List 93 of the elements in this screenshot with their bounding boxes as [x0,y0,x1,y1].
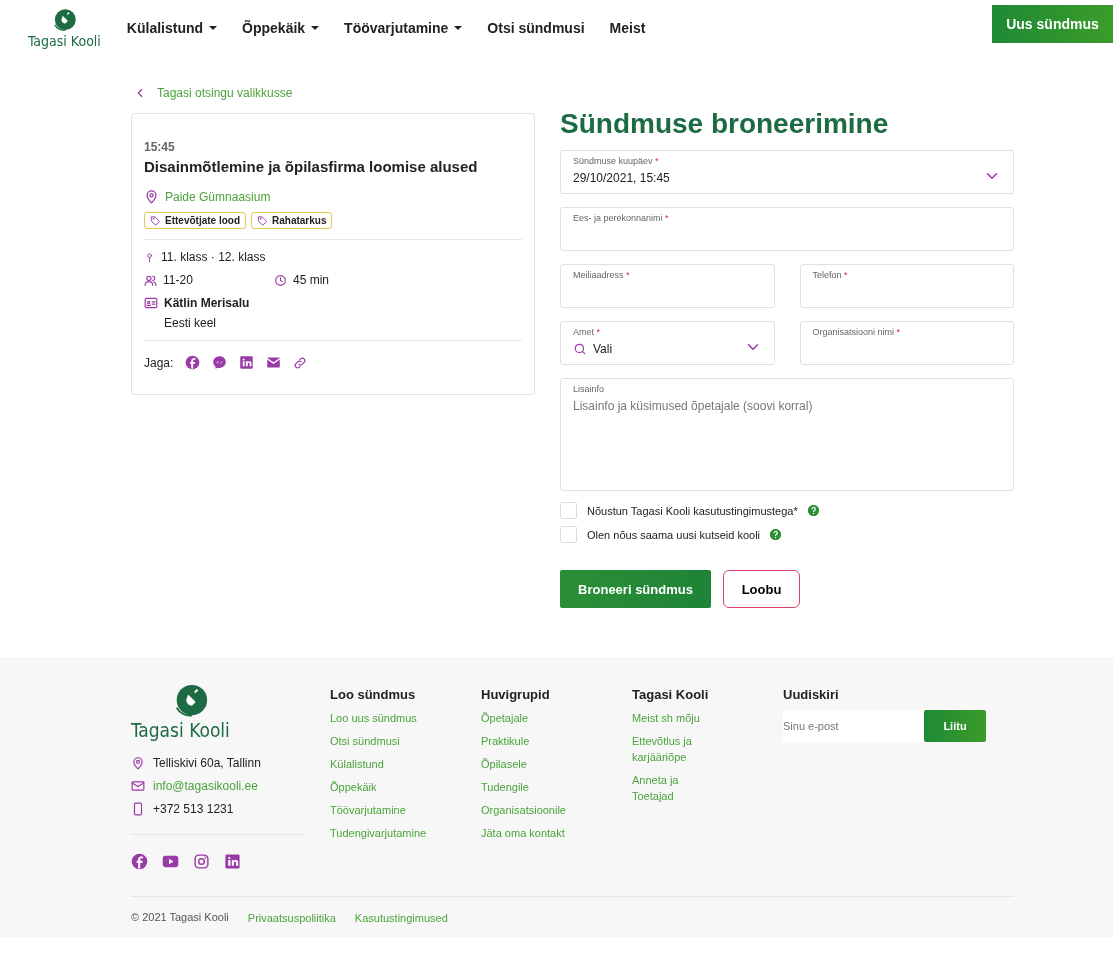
input-field[interactable]: Meiliaadress * [560,264,775,308]
help-icon[interactable] [807,505,819,516]
facebook-icon [185,355,201,370]
footer-link[interactable]: Õpetajale [481,711,632,727]
help-icon[interactable] [770,529,782,540]
field-label: Sündmuse kuupäev * [573,156,660,166]
checkbox-label: Olen nõus saama uusi kutseid kooli [587,528,761,541]
footer-link[interactable]: Õpilasele [481,756,632,773]
clock-icon [274,273,287,287]
checkbox[interactable] [560,502,577,519]
footer-link[interactable]: Meist sh mõju [632,711,722,727]
location-icon [131,756,145,770]
id-card-icon [144,296,158,310]
input-field[interactable]: Telefon * [799,264,1014,308]
nav-item[interactable]: Töövarjutamine [344,20,463,36]
phone-number: +372 513 1231 [153,802,234,816]
role-select[interactable]: Amet * Vali [560,321,775,365]
field-label: Amet * [573,327,602,337]
text-area[interactable]: Lisainfo Lisainfo ja küsimused õpetajale (soovi korral) [560,378,1014,491]
textarea-input[interactable]: Lisainfo ja küsimused õpetajale (soovi korral) [573,399,1001,459]
nav-item[interactable]: Otsi sündmusi [487,20,585,36]
school-link[interactable]: Paide Gümnaasium [165,189,271,204]
field-label: Meiliaadress * [573,270,631,280]
tag-icon [257,215,268,226]
select-value: 29/10/2021, 15:45 [573,171,670,185]
field-label: Lisainfo [573,384,606,394]
footer-heading: Loo sündmus [330,687,417,702]
tag[interactable]: Rahatarkus [251,212,333,229]
participants: 11-20 [163,273,194,287]
field-label: Organisatsiooni nimi * [812,327,902,337]
footer-link[interactable]: Privaatsuspoliitika [247,911,336,927]
instagram-icon [193,853,210,870]
date-select[interactable]: Sündmuse kuupäev * 29/10/2021, 15:45 [560,150,1014,194]
input-field[interactable]: Ees- ja perekonnanimi * [560,207,1014,251]
cancel-button[interactable]: Loobu [723,570,800,608]
email-link[interactable]: info@tagasikooli.ee [153,779,258,793]
location-icon [144,189,159,204]
tag[interactable]: Ettevõtjate lood [144,212,246,229]
logo[interactable]: Tagasi Kooli [131,683,304,740]
footer-link[interactable]: Jäta oma kontakt [481,825,632,842]
nav-item[interactable]: Õppekäik [242,20,320,36]
phone-icon [131,802,145,816]
footer-link[interactable]: Organisatsioonile [481,802,632,819]
footer-link[interactable]: Loo uus sündmus [330,711,481,727]
mail-icon [266,355,282,370]
footer-link[interactable]: Õppekäik [330,779,481,796]
select-value: Vali [593,342,613,356]
duration: 45 min [293,273,330,287]
copyright: © 2021 Tagasi Kooli [131,911,229,925]
teacher-name: Kätlin Merisalu [164,296,250,310]
checkbox-label: Nõustun Tagasi Kooli kasutustingimustega* [587,504,798,517]
youtube-icon [162,853,179,870]
footer-link[interactable]: Anneta ja Toetajad [632,772,722,805]
footer-link[interactable]: Otsi sündmusi [330,733,481,750]
field-label: Ees- ja perekonnanimi * [573,213,670,223]
page-title: Sündmuse broneerimine [560,108,890,140]
search-icon [573,342,587,356]
footer-heading: Uudiskiri [783,687,840,702]
address: Telliskivi 60a, Tallinn [153,756,261,770]
footer-link[interactable]: Tudengile [481,779,632,796]
people-icon [144,273,157,287]
mail-icon [131,779,145,793]
language: Eesti keel [164,316,217,330]
nav-item[interactable]: Külalistund [126,20,218,36]
footer-link[interactable]: Praktikule [481,733,632,750]
book-button[interactable]: Broneeri sündmus [560,570,711,608]
footer-link[interactable]: Külalistund [330,756,481,773]
field-label: Telefon * [812,270,849,280]
logo[interactable]: Tagasi Kooli [28,8,101,48]
event-title: Disainmõtlemine ja õpilasfirma loomise alused [144,158,479,175]
footer-link[interactable]: Tudengivarjutamine [330,825,481,842]
nav-item[interactable]: Meist [609,20,646,36]
messenger-icon [212,355,228,370]
pin-icon [144,251,155,263]
checkbox[interactable] [560,526,577,543]
tag-icon [150,215,161,226]
email-field[interactable]: Sinu e-post [783,710,924,742]
grades: 11. klass · 12. klass [161,250,266,264]
subscribe-button[interactable]: Liitu [924,710,986,742]
footer-heading: Tagasi Kooli [632,687,710,702]
input-field[interactable]: Organisatsiooni nimi * [799,321,1014,365]
footer-heading: Huvigrupid [481,687,551,702]
footer-link[interactable]: Kasutustingimused [354,911,448,927]
back-link[interactable]: Tagasi otsingu valikkusse [133,86,535,100]
new-event-button[interactable]: Uus sündmus [992,5,1113,43]
share-label: Jaga: [144,355,174,370]
facebook-icon [131,853,148,870]
event-time: 15:45 [144,140,176,154]
footer-link[interactable]: Töövarjutamine [330,802,481,819]
link-icon [293,355,308,370]
linkedin-icon [239,355,255,370]
footer-link[interactable]: Ettevõtlus ja karjääriõpe [632,733,722,766]
linkedin-icon [224,853,241,870]
